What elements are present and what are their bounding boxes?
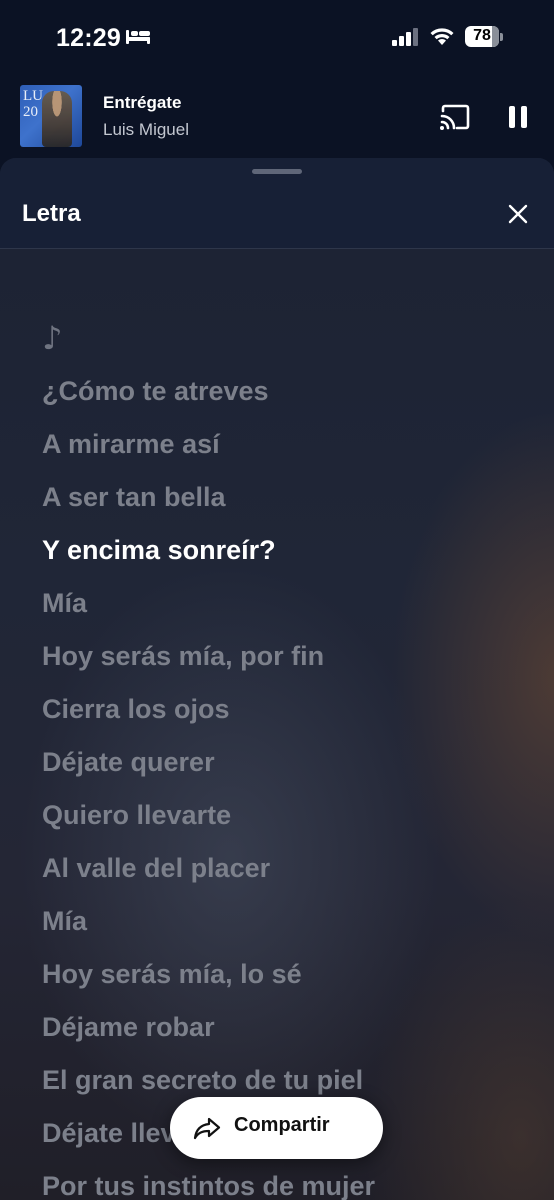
cellular-signal-icon	[392, 28, 418, 46]
bed-icon	[126, 30, 150, 44]
track-title[interactable]: Entrégate	[103, 93, 181, 113]
lyric-line[interactable]: ¿Cómo te atreves	[42, 371, 542, 424]
sheet-header: Letra	[0, 158, 554, 249]
share-arrow-icon	[193, 1117, 221, 1140]
lyrics-list[interactable]: ♪ ¿Cómo te atreves A mirarme así A ser t…	[42, 318, 542, 1200]
lyric-line[interactable]: Hoy serás mía, por fin	[42, 636, 542, 689]
lyric-line[interactable]: Cierra los ojos	[42, 689, 542, 742]
lyric-line[interactable]: A ser tan bella	[42, 477, 542, 530]
sheet-title: Letra	[22, 200, 81, 227]
wifi-icon	[430, 28, 454, 45]
cast-icon[interactable]	[440, 104, 470, 130]
lyric-line-active[interactable]: Y encima sonreír?	[42, 530, 542, 583]
now-playing-bar[interactable]: LU 20 Entrégate Luis Miguel	[0, 78, 554, 158]
album-art-figure	[42, 91, 72, 147]
battery-icon: 78	[465, 26, 499, 47]
status-time: 12:29	[56, 24, 121, 52]
lyric-line[interactable]: Quiero llevarte	[42, 795, 542, 848]
battery-level: 78	[473, 27, 491, 44]
share-label: Compartir	[234, 1114, 330, 1136]
pause-icon[interactable]	[507, 104, 529, 130]
drag-handle[interactable]	[252, 169, 302, 174]
lyric-line[interactable]: Déjame robar	[42, 1007, 542, 1060]
close-icon[interactable]	[507, 203, 529, 225]
lyric-line[interactable]: Al valle del placer	[42, 848, 542, 901]
lyric-line[interactable]: Mía	[42, 901, 542, 954]
lyric-line[interactable]: A mirarme así	[42, 424, 542, 477]
album-art[interactable]: LU 20	[20, 85, 82, 147]
lyric-line[interactable]: Mía	[42, 583, 542, 636]
battery-nub	[500, 33, 503, 41]
lyric-line[interactable]: Por tus instintos de mujer	[42, 1166, 542, 1200]
music-note-icon: ♪	[42, 319, 63, 357]
lyrics-sheet: Letra ♪ ¿Cómo te atreves A mirarme así A…	[0, 158, 554, 1200]
lyric-line[interactable]: Hoy serás mía, lo sé	[42, 954, 542, 1007]
status-bar: 12:29 78	[0, 0, 554, 78]
share-button[interactable]: Compartir	[170, 1097, 383, 1159]
lyric-line[interactable]: Déjate querer	[42, 742, 542, 795]
track-artist[interactable]: Luis Miguel	[103, 120, 189, 140]
album-art-logo: LU 20	[23, 88, 43, 120]
